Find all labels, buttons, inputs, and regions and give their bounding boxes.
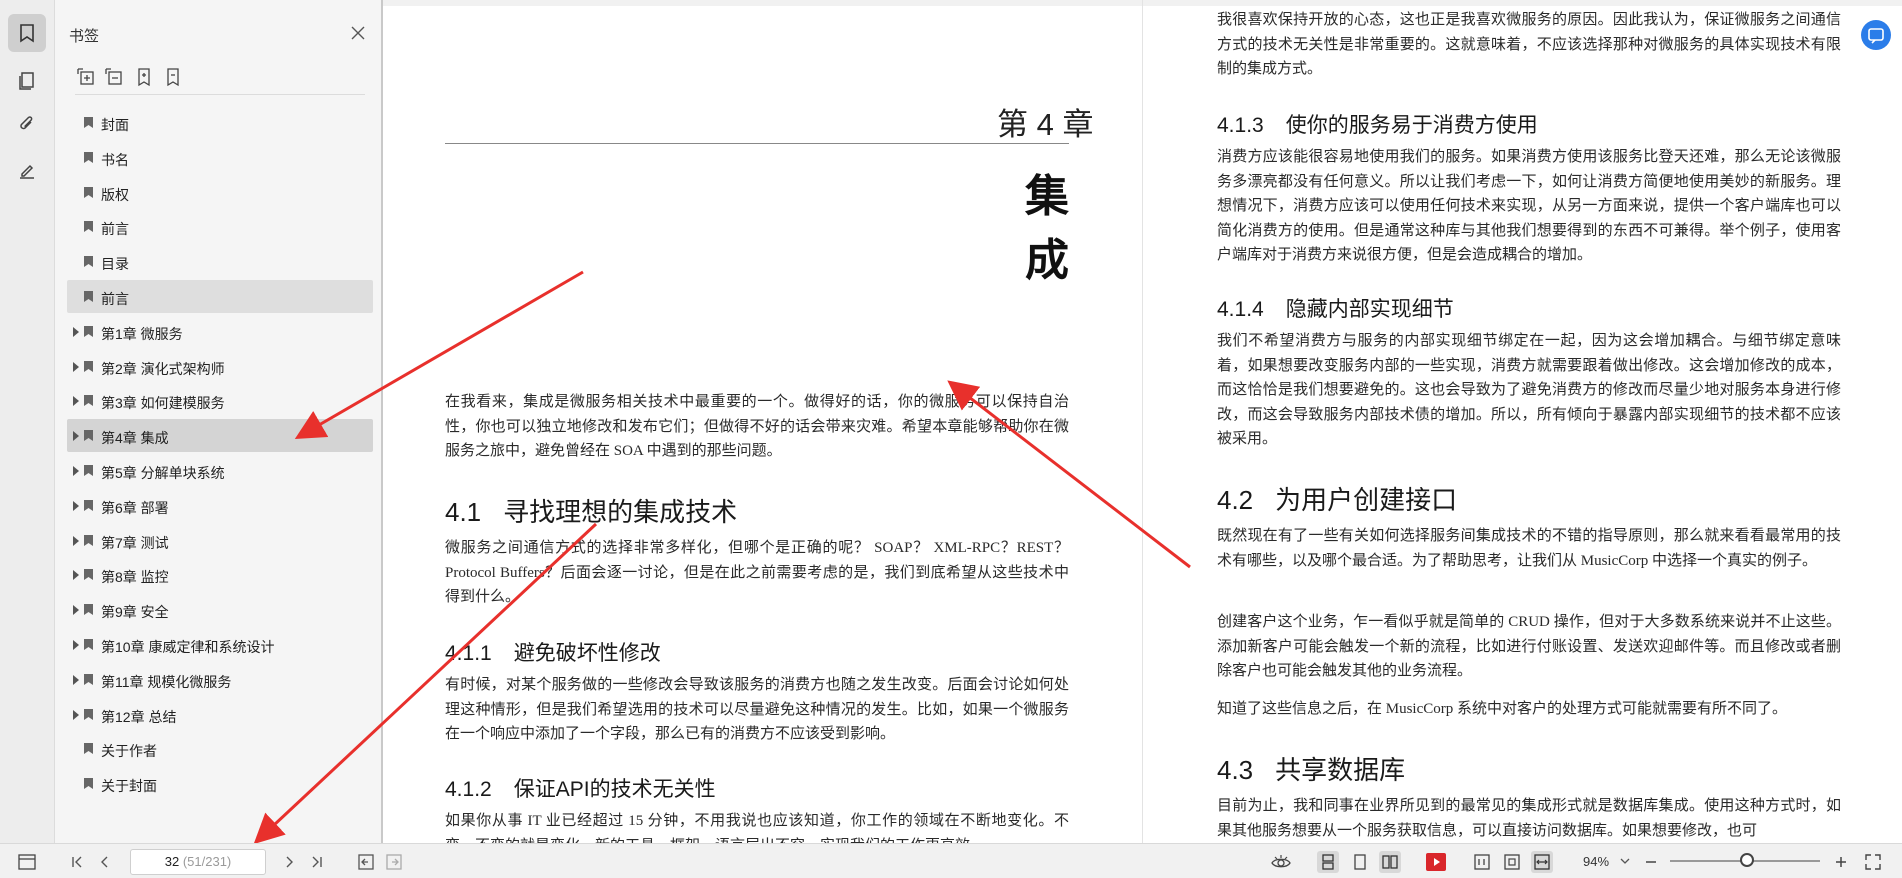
chevron-right-icon [286,856,293,868]
annotation-layer [253,270,1191,845]
actual-size-icon [1474,854,1490,870]
previous-page-button[interactable] [94,851,116,873]
first-page-button[interactable] [66,851,88,873]
page-count: (51/231) [182,854,232,869]
zoom-out-button[interactable] [1640,851,1662,873]
single-page-icon [1354,854,1366,870]
fit-width-icon [1534,854,1550,870]
sidebar-toggle-icon [18,854,36,870]
plus-icon [1836,857,1846,867]
eye-icon [1271,855,1291,868]
zoom-in-button[interactable] [1830,851,1852,873]
last-page-button[interactable] [306,851,328,873]
minus-icon [1646,861,1656,863]
status-bar: 32 (51/231) 94% [0,843,1902,878]
back-icon [358,854,374,870]
fit-page-button[interactable] [1501,851,1523,873]
chevron-down-icon[interactable] [1620,858,1630,864]
last-page-icon [312,856,322,868]
first-page-icon [72,856,82,868]
play-icon [1426,853,1446,871]
single-page-button[interactable] [1349,851,1371,873]
fullscreen-icon [1865,854,1881,870]
double-page-icon [1382,855,1398,869]
continuous-view-button[interactable] [1317,851,1339,873]
continuous-view-icon [1322,854,1334,870]
forward-icon [386,854,402,870]
toggle-sidebar-button[interactable] [16,851,38,873]
go-forward-button[interactable] [383,851,405,873]
double-page-button[interactable] [1379,851,1401,873]
annotation-arrow-right-page [947,380,1191,569]
next-page-button[interactable] [278,851,300,873]
zoom-level[interactable]: 94% [1583,854,1609,869]
annotation-arrow-statusbar [253,522,598,845]
fit-page-icon [1504,854,1520,870]
chevron-left-icon [101,856,108,868]
fit-width-button[interactable] [1531,851,1553,873]
fullscreen-button[interactable] [1862,851,1884,873]
actual-size-button[interactable] [1471,851,1493,873]
play-button[interactable] [1425,851,1447,873]
current-page: 32 [164,854,180,869]
zoom-slider-thumb[interactable] [1740,853,1754,867]
annotation-arrow-chapter4 [294,270,584,440]
page-number-input[interactable]: 32 (51/231) [130,849,266,875]
eye-care-button[interactable] [1270,851,1292,873]
go-back-button[interactable] [355,851,377,873]
